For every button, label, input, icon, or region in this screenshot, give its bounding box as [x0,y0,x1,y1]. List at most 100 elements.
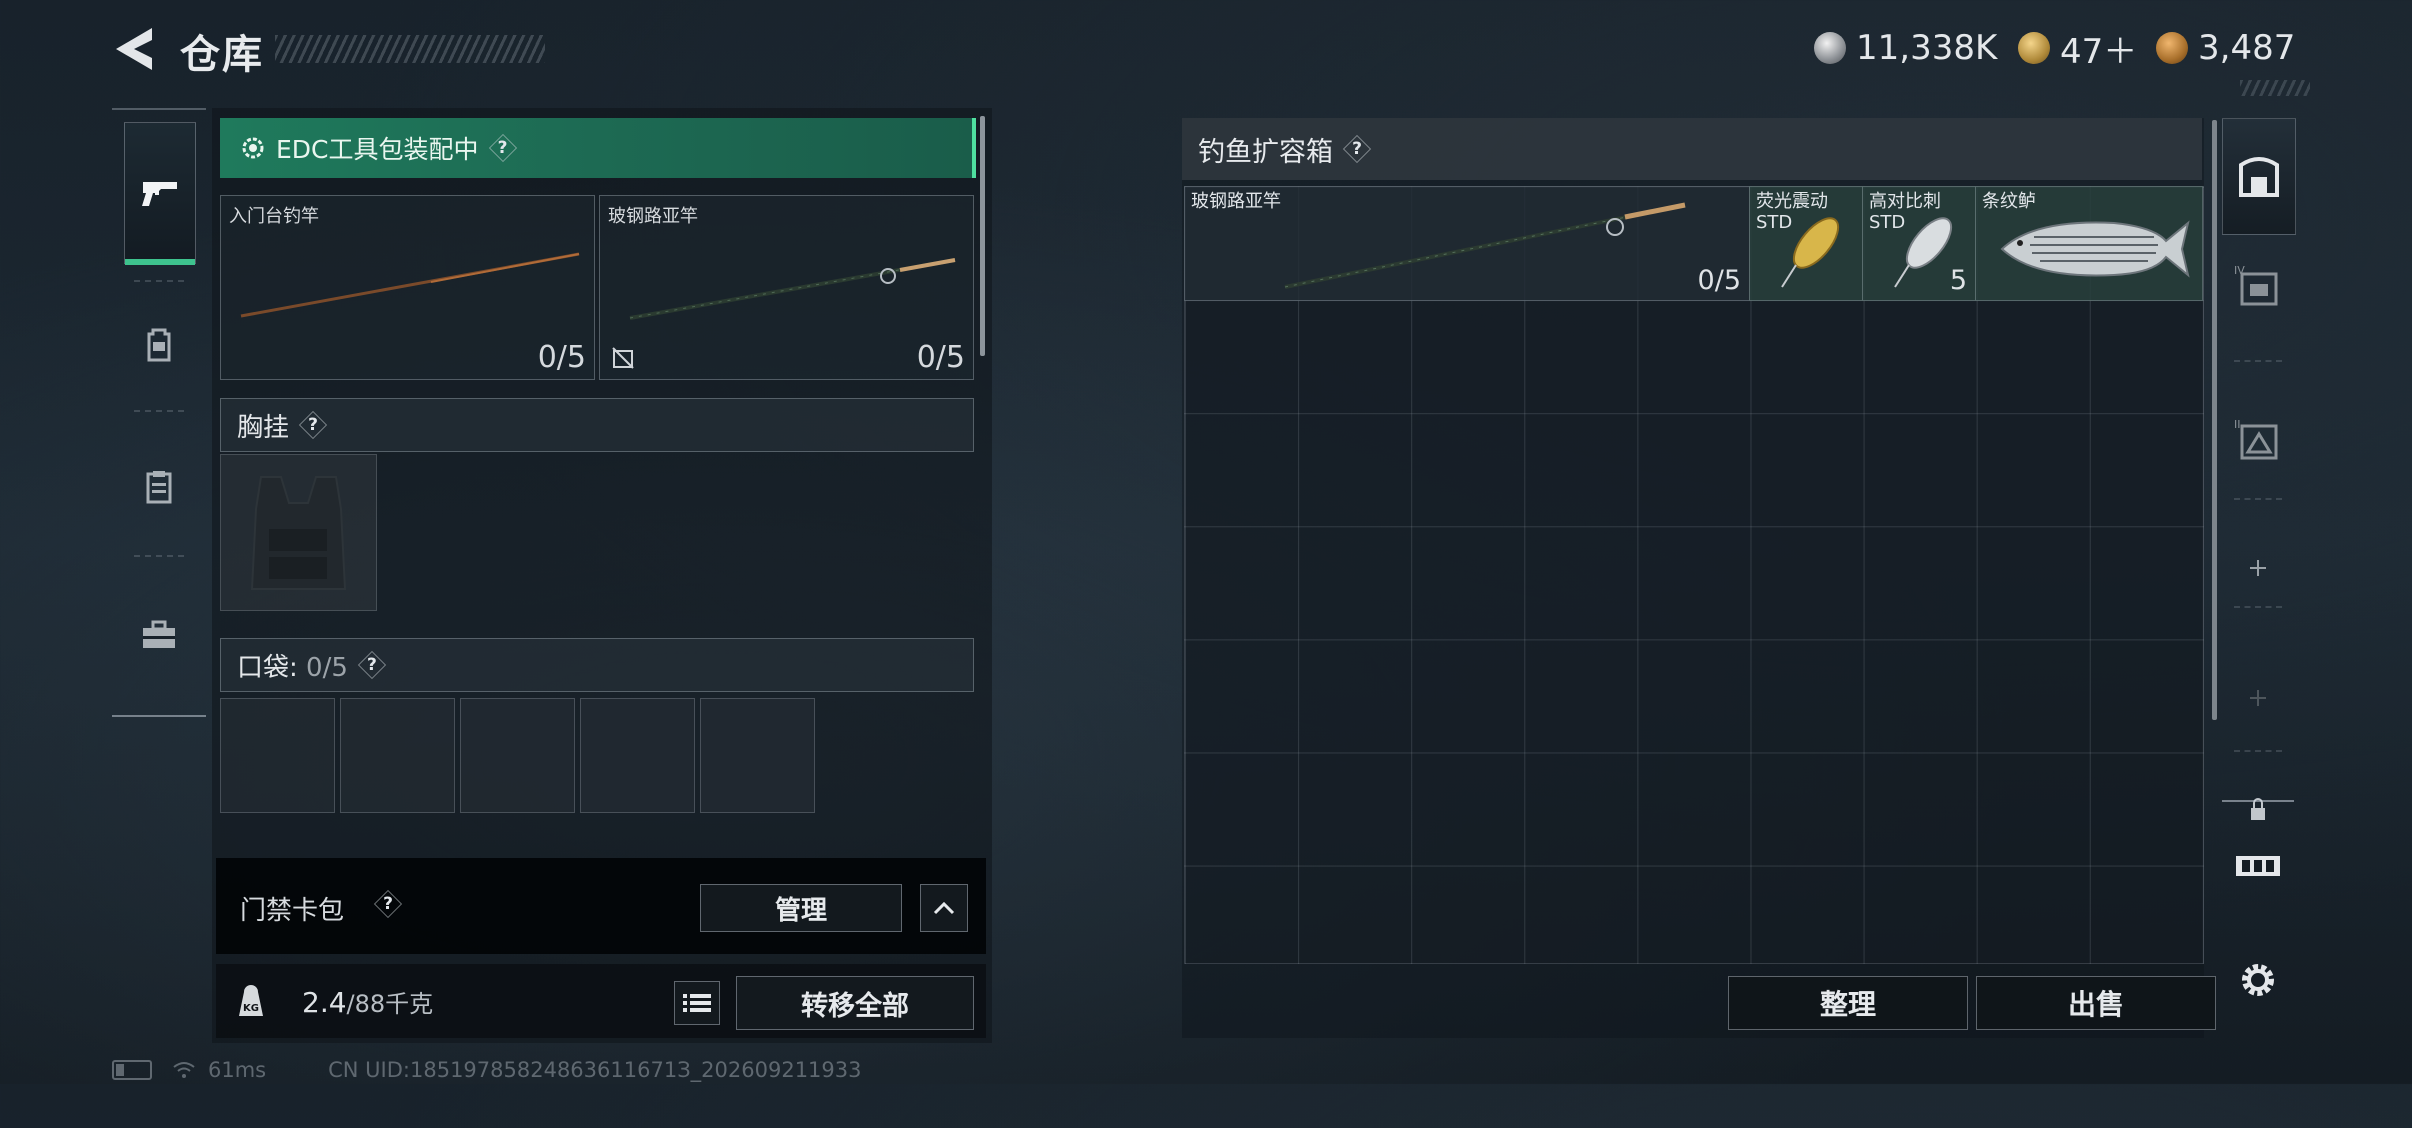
pocket-header: 口袋: 0/5 ? [220,638,974,692]
ping-readout: 61ms [208,1058,267,1082]
plus-icon [2250,690,2266,706]
tab-safe-box[interactable] [2222,118,2296,235]
container-ii-icon: II [2234,418,2278,460]
item-glow-spoon-lure[interactable]: 荧光震动 STD [1749,186,1863,301]
tab-container-iv[interactable]: IV [2222,236,2294,336]
keycard-label: 门禁卡包 [240,896,345,926]
status-bar: 61ms CN UID:18519785824863611671З_202609… [112,1058,862,1082]
right-container-tabs: IV II [2222,118,2296,1128]
title-decoration [275,35,545,63]
help-icon[interactable]: ? [491,136,515,160]
clipboard-icon [146,471,172,504]
pocket-capacity: 0/5 [306,652,348,683]
currency-value: 3,487 [2198,28,2296,68]
currency-silver[interactable]: 11,338K [1814,26,1997,70]
locked-slot[interactable] [2222,780,2294,840]
pocket-slot[interactable] [340,698,455,813]
pistol-icon [142,182,177,206]
sell-button[interactable]: 出售 [1976,976,2216,1030]
currency-gold[interactable]: 47＋ [2018,26,2138,72]
wifi-icon [173,1062,195,1078]
user-uid: CN UID:18519785824863611671З_20260921193… [328,1058,862,1082]
item-name: 玻钢路亚竿 [1191,191,1281,212]
currency-bronze[interactable]: 3,487 [2156,26,2295,70]
add-container-button-disabled[interactable] [2222,658,2294,738]
help-icon[interactable]: ? [376,892,400,916]
pocket-slot[interactable] [700,698,815,813]
left-category-tabs [112,108,206,717]
tab-toolbox[interactable] [112,566,206,706]
svg-text:KG: KG [243,1003,259,1014]
pocket-label: 口袋: 0/5 [237,652,348,683]
item-swap-icon [2236,856,2280,876]
plus-icon [2250,560,2266,576]
sort-button[interactable]: 整理 [1728,976,1968,1030]
chest-rig-header: 胸挂 ? [220,398,974,452]
list-view-button[interactable] [674,981,720,1025]
settings-button[interactable] [2222,950,2294,1010]
help-icon[interactable]: ? [1345,137,1369,161]
vest-icon [250,476,347,590]
weight-current: 2.4 [302,986,347,1019]
pocket-slot[interactable] [580,698,695,813]
backpack-icon [147,328,171,362]
weight-kg-icon: KG [239,985,263,1016]
page-title: 仓库 [180,32,264,78]
currency-value: 11,338K [1856,28,1998,68]
tab-weapons[interactable] [124,122,196,265]
currency-value: 47＋ [2060,31,2138,72]
help-icon[interactable]: ? [301,413,325,437]
container-scrollbar[interactable] [2212,120,2217,720]
tab-chest-rig[interactable] [112,417,206,557]
weight-bar: KG 2.4/88千克 转移全部 [216,964,986,1038]
lock-icon [2251,798,2265,820]
item-lure-rod[interactable]: 玻钢路亚竿 0/5 [1184,186,1750,301]
tab-container-ii[interactable]: II [2222,390,2294,490]
gold-triangle-coin-icon [2018,32,2050,64]
tab-backpack[interactable] [112,275,206,415]
rod-slot-1[interactable]: 入门台钓竿 0/5 [220,195,595,380]
list-icon [683,994,711,1012]
pocket-slot[interactable] [460,698,575,813]
gold-spoon-lure-image [1781,217,1840,288]
battery-icon [112,1060,152,1080]
item-count: 5 [1949,265,1967,296]
back-arrow-icon[interactable] [112,24,156,74]
rod-count: 0/5 [916,340,965,375]
toolbox-icon [143,620,175,648]
container-grid[interactable] [1184,186,2204,964]
currency-decoration [2240,80,2310,96]
transfer-all-button[interactable]: 转移全部 [736,976,974,1030]
striped-bass-image [2000,220,2190,278]
tabs-divider [2222,800,2294,802]
inventory-scrollbar[interactable] [980,116,985,356]
rod-name: 入门台钓竿 [229,206,319,227]
item-swap-button[interactable] [2222,836,2294,896]
gear-icon [2242,964,2274,996]
help-icon[interactable]: ? [360,653,384,677]
bamboo-rod-image [240,252,580,318]
item-striped-bass[interactable]: 条纹鲈 [1975,186,2203,301]
edc-status-bar[interactable]: EDC工具包装配中 ? [220,118,976,178]
collapse-button[interactable] [920,884,968,932]
add-container-button[interactable] [2222,528,2294,608]
container-title: 钓鱼扩容箱 [1198,136,1333,168]
chest-rig-label: 胸挂 [237,412,290,443]
bronze-coin-icon [2156,32,2188,64]
no-device-icon [612,347,634,369]
silver-coin-icon [1814,32,1846,64]
rod-count: 0/5 [537,340,586,375]
item-name: 条纹鲈 [1982,191,2036,212]
weight-readout: 2.4/88千克 [302,984,433,1019]
lure-rod-image [1284,202,1686,289]
keycard-bar: 门禁卡包 ? 管理 [216,858,986,954]
weight-max: /88千克 [346,990,434,1018]
item-contrast-spoon-lure[interactable]: 高对比刺 STD 5 [1862,186,1976,301]
pocket-slot[interactable] [220,698,335,813]
rod-slot-2[interactable]: 玻钢路亚竿 0/5 [599,195,974,380]
manage-button[interactable]: 管理 [700,884,902,932]
chest-rig-slot[interactable] [220,454,377,611]
rod-name: 玻钢路亚竿 [608,206,698,227]
edc-status-label: EDC工具包装配中 [276,135,479,164]
container-header: 钓鱼扩容箱 ? [1182,118,2202,180]
